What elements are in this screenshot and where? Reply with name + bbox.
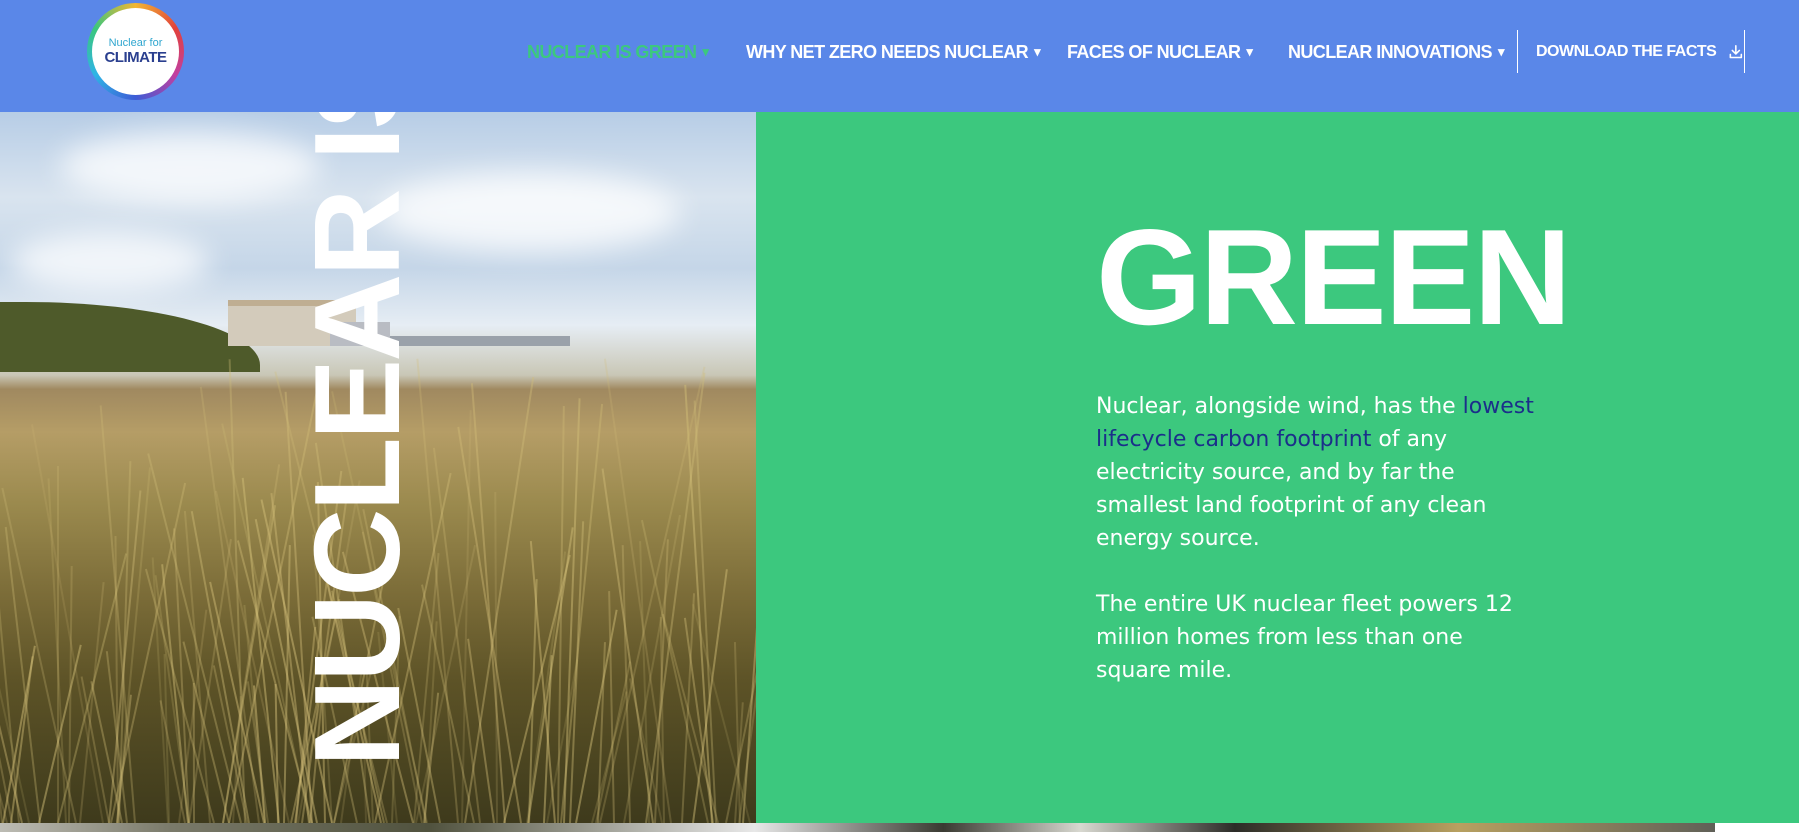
grass-blade [684, 384, 713, 823]
nuclear-for-climate-logo[interactable]: Nuclear for CLIMATE [87, 3, 184, 100]
vertical-headline-nuclear-is: NUCLEAR IS [289, 112, 425, 767]
download-the-facts-button[interactable]: DOWNLOAD THE FACTS [1517, 30, 1745, 73]
nav-nuclear-is-green[interactable]: NUCLEAR IS GREEN ▾ [527, 40, 709, 64]
grass-blade [738, 408, 756, 823]
intro-text-start: Nuclear, alongside wind, has the [1096, 394, 1463, 419]
chevron-down-icon: ▾ [1246, 44, 1253, 59]
nav-nuclear-innovations[interactable]: NUCLEAR INNOVATIONS ▾ [1288, 40, 1504, 64]
grass-blade [470, 383, 506, 823]
nav-label: NUCLEAR IS GREEN [527, 41, 697, 62]
chevron-down-icon: ▾ [702, 44, 709, 59]
nav-label: NUCLEAR INNOVATIONS [1288, 41, 1493, 62]
grass-blade [560, 403, 604, 823]
download-label: DOWNLOAD THE FACTS [1536, 42, 1717, 60]
uk-fleet-paragraph: The entire UK nuclear fleet powers 12 mi… [1096, 592, 1513, 683]
logo-badge: Nuclear for CLIMATE [92, 8, 179, 95]
grass-blade [144, 568, 215, 823]
chevron-down-icon: ▾ [1497, 44, 1505, 59]
nav-label: WHY NET ZERO NEEDS NUCLEAR [746, 41, 1029, 62]
chevron-down-icon: ▾ [1034, 44, 1041, 59]
intro-paragraph: Nuclear, alongside wind, has the lowest … [1096, 390, 1536, 555]
dune-shrubs [0, 302, 260, 372]
logo-line-2: CLIMATE [104, 49, 167, 66]
green-content-panel: GREEN Nuclear, alongside wind, has the l… [756, 112, 1799, 823]
logo-line-1: Nuclear for [108, 37, 163, 49]
cloud [380, 172, 680, 252]
headline-green: GREEN [1096, 201, 1572, 353]
grass-blade [108, 490, 142, 823]
nav-label: FACES OF NUCLEAR [1067, 41, 1241, 62]
grass-blade [68, 566, 73, 823]
nav-why-net-zero-needs-nuclear[interactable]: WHY NET ZERO NEEDS NUCLEAR ▾ [746, 40, 1041, 64]
grass-blade [0, 363, 3, 823]
site-header: Nuclear for CLIMATE NUCLEAR IS GREEN ▾ W… [0, 0, 1799, 112]
grass-blade [467, 638, 495, 823]
cloud [10, 232, 210, 292]
grass-blade [30, 424, 104, 823]
nav-faces-of-nuclear[interactable]: FACES OF NUCLEAR ▾ [1067, 40, 1253, 64]
next-section-image-edge [0, 823, 1715, 832]
hero-image-grassland-power-station: NUCLEAR IS [0, 112, 756, 823]
download-icon [1729, 44, 1743, 58]
cloud [60, 132, 320, 202]
